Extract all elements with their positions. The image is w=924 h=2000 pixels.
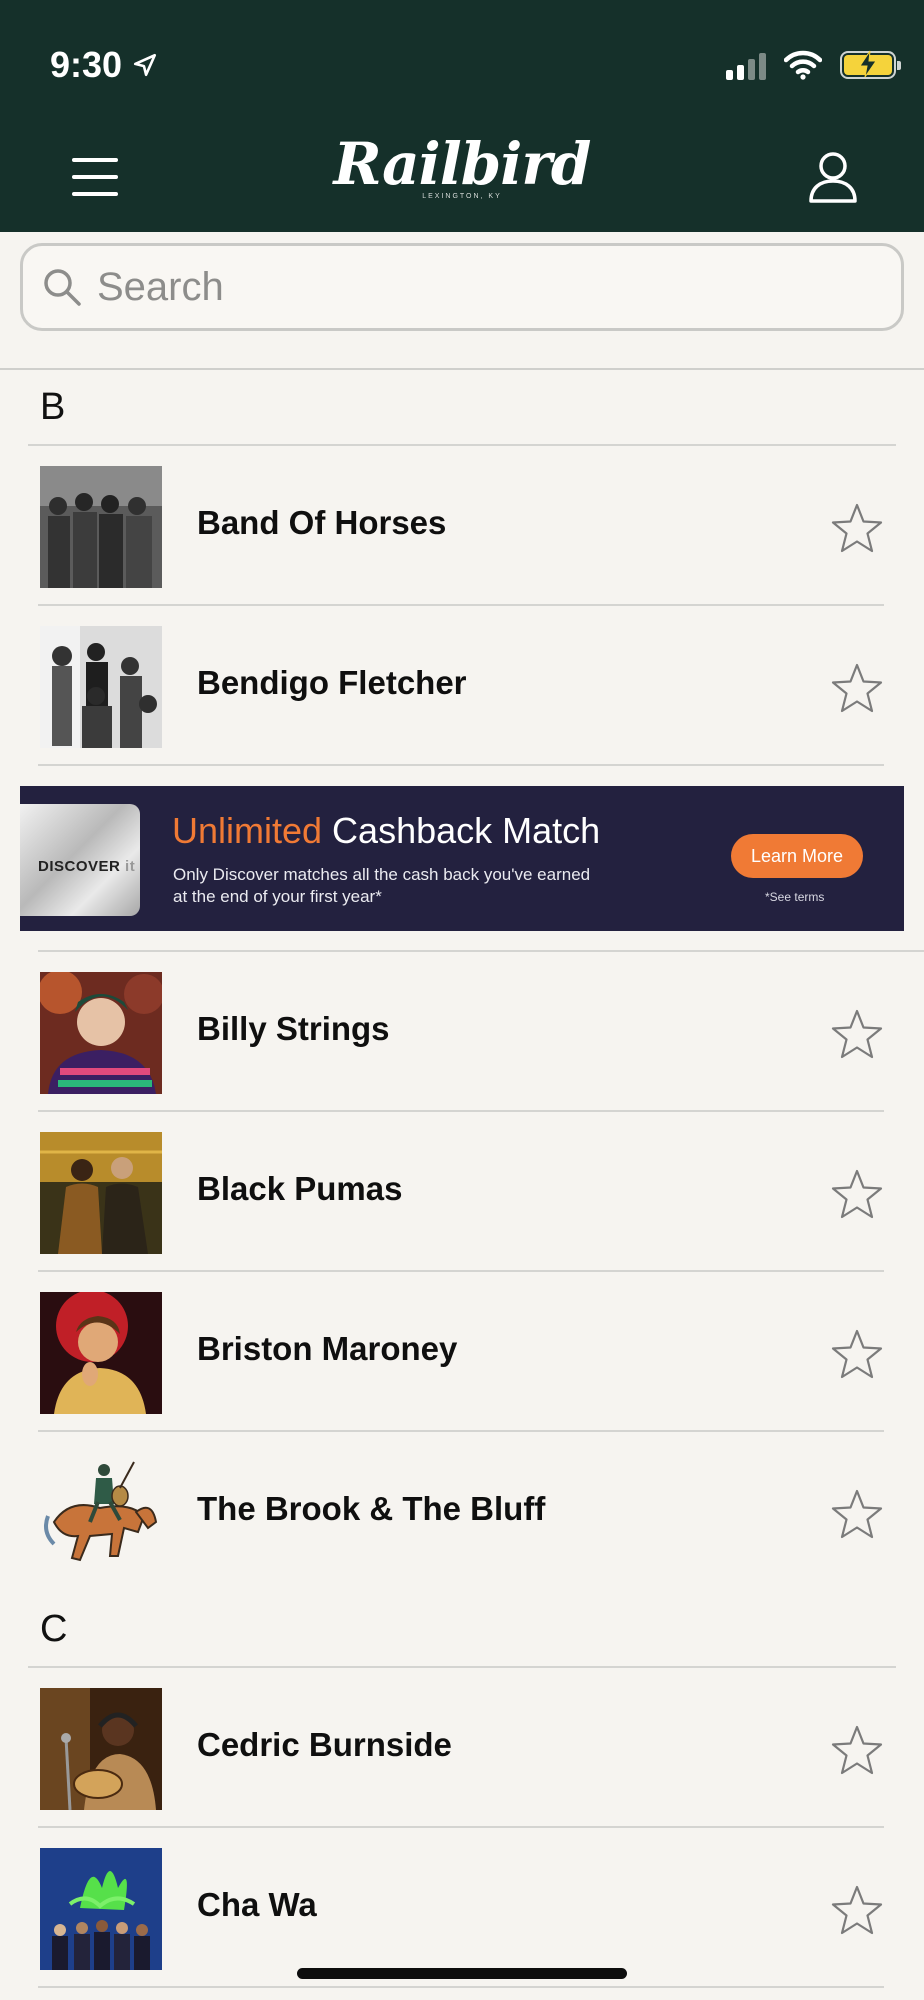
artist-photo (40, 972, 162, 1094)
artist-name: Bendigo Fletcher (197, 664, 467, 701)
logo-subtitle: LEXINGTON, KY (422, 193, 502, 200)
discover-ad-banner[interactable]: DISCOVER it Unlimited Cashback Match Onl… (20, 786, 904, 931)
cellular-signal-icon (726, 50, 766, 80)
artist-name: Cedric Burnside (197, 1726, 452, 1763)
ad-subtext: Only Discover matches all the cash back … (173, 865, 591, 906)
search-bar[interactable] (20, 243, 904, 331)
status-indicators (726, 50, 901, 80)
learn-more-button[interactable]: Learn More (731, 834, 863, 878)
row-divider (38, 1986, 884, 1988)
artist-row[interactable]: Billy Strings (38, 952, 884, 1112)
ad-headline: Unlimited Cashback Match (172, 810, 601, 851)
search-divider (0, 368, 924, 370)
artist-name: Briston Maroney (197, 1330, 458, 1367)
artist-name: Band Of Horses (197, 504, 447, 541)
artist-name: Black Pumas (197, 1170, 403, 1207)
favorite-star-icon[interactable] (830, 1008, 884, 1060)
artist-row[interactable]: Cha Wa (38, 1828, 884, 1988)
artist-photo (40, 466, 162, 588)
favorite-star-icon[interactable] (830, 1168, 884, 1220)
discover-card-image: DISCOVER it (20, 804, 140, 916)
artist-photo (40, 1132, 162, 1254)
artist-photo (40, 626, 162, 748)
home-indicator[interactable] (297, 1968, 627, 1979)
row-divider (38, 764, 884, 766)
card-brand: DISCOVER it (38, 858, 136, 875)
favorite-star-icon[interactable] (830, 662, 884, 714)
battery-charging-icon (840, 50, 901, 79)
artist-row[interactable]: The Brook & The Bluff (38, 1432, 884, 1592)
artist-row[interactable]: Band Of Horses (38, 446, 884, 606)
section-header-c: C (40, 1608, 68, 1650)
status-time-text: 9:30 (50, 44, 123, 85)
artist-row[interactable]: Bendigo Fletcher (38, 606, 884, 766)
favorite-star-icon[interactable] (830, 502, 884, 554)
favorite-star-icon[interactable] (830, 1488, 884, 1540)
ad-terms: *See terms (765, 890, 825, 904)
favorite-star-icon[interactable] (830, 1724, 884, 1776)
artist-photo (40, 1688, 162, 1810)
section-header-b: B (40, 386, 66, 428)
artist-row[interactable]: Briston Maroney (38, 1272, 884, 1432)
artist-row[interactable]: Cedric Burnside (38, 1668, 884, 1828)
artist-name: Billy Strings (197, 1010, 390, 1047)
railbird-logo: Railbird (333, 130, 592, 198)
artist-name: The Brook & The Bluff (197, 1490, 546, 1527)
artist-row[interactable]: Black Pumas (38, 1112, 884, 1272)
artist-photo (40, 1292, 162, 1414)
artist-name: Cha Wa (197, 1886, 317, 1923)
app-header: 9:30 Railbird LEXINGTON, KY (0, 0, 924, 232)
search-input[interactable] (97, 264, 857, 310)
status-time: 9:30 (50, 44, 158, 86)
wifi-icon (784, 50, 822, 80)
favorite-star-icon[interactable] (830, 1328, 884, 1380)
favorite-star-icon[interactable] (830, 1884, 884, 1936)
user-profile-icon[interactable] (808, 150, 858, 204)
location-arrow-icon (134, 53, 157, 77)
artist-photo (40, 1848, 162, 1970)
search-icon (44, 269, 81, 306)
artist-logo-illustration (40, 1452, 162, 1574)
